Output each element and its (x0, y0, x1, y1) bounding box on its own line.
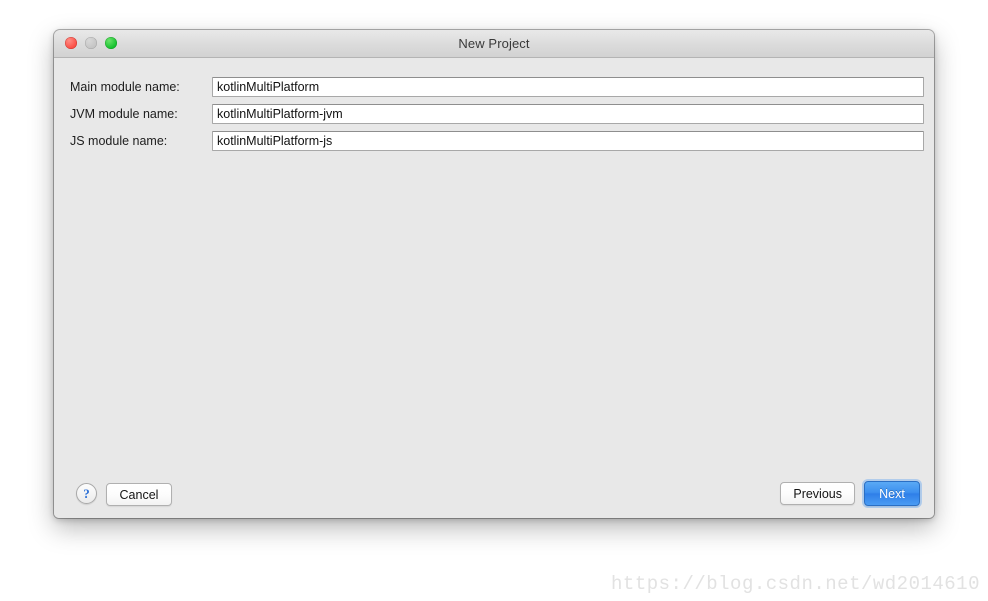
module-name-form: Main module name: JVM module name: JS mo… (54, 76, 934, 157)
wizard-navigation: Previous Next (780, 481, 920, 506)
jvm-module-name-label: JVM module name: (70, 107, 178, 121)
watermark-text: https://blog.csdn.net/wd2014610 (611, 573, 980, 595)
form-row-main-module: Main module name: (54, 76, 934, 98)
dialog-body: Main module name: JVM module name: JS mo… (54, 58, 934, 518)
window-controls (65, 30, 117, 56)
js-module-name-label: JS module name: (70, 134, 168, 148)
dialog-footer: ? Cancel Previous Next (54, 456, 934, 518)
new-project-dialog: New Project Main module name: JVM module… (54, 30, 934, 518)
main-module-name-input[interactable] (212, 77, 924, 97)
help-icon-button[interactable]: ? (76, 483, 97, 504)
cancel-button[interactable]: Cancel (106, 483, 172, 506)
previous-button[interactable]: Previous (780, 482, 855, 505)
close-button[interactable] (65, 37, 77, 49)
form-row-jvm-module: JVM module name: (54, 103, 934, 125)
maximize-button[interactable] (105, 37, 117, 49)
minimize-button[interactable] (85, 37, 97, 49)
window-title: New Project (458, 36, 530, 51)
js-module-name-input[interactable] (212, 131, 924, 151)
title-bar[interactable]: New Project (54, 30, 934, 58)
question-mark-icon: ? (83, 485, 90, 501)
jvm-module-name-input[interactable] (212, 104, 924, 124)
next-button[interactable]: Next (864, 481, 920, 506)
main-module-name-label: Main module name: (70, 80, 180, 94)
form-row-js-module: JS module name: (54, 130, 934, 152)
